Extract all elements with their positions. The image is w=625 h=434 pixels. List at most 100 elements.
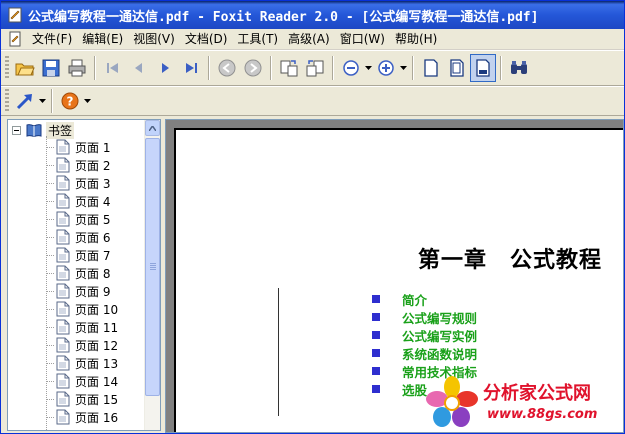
flower-logo-icon [426,376,478,427]
page-icon [56,157,70,173]
secondary-toolbar: ? [1,86,624,116]
bookmark-item[interactable]: 页面 8 [46,264,110,282]
document-icon[interactable] [7,31,23,47]
page-icon [56,301,70,317]
first-page-button[interactable] [100,54,126,82]
first-page-icon [107,63,118,73]
menu-tools[interactable]: 工具(T) [232,30,283,49]
zoom-out-button[interactable] [338,54,364,82]
bookmark-item[interactable]: 页面 7 [46,246,110,264]
zoom-in-button[interactable] [373,54,399,82]
tree-branch [46,380,54,382]
bookmark-item[interactable]: 页面 4 [46,192,110,210]
zoom-in-dropdown[interactable] [399,58,408,78]
page-icon [56,139,70,155]
find-button[interactable] [506,54,532,82]
page-icon [56,175,70,191]
bookmark-root[interactable]: 书签 [12,121,75,139]
title-bar[interactable]: 公式编写教程一通达信.pdf - Foxit Reader 2.0 - [公式编… [1,1,624,29]
back-button[interactable] [214,54,240,82]
bookmark-item[interactable]: 页面 10 [46,300,118,318]
scroll-thumb[interactable] [145,138,160,396]
select-tool-button[interactable] [12,87,38,115]
continuous-page-button[interactable] [444,54,470,82]
bullet-icon [372,349,380,357]
forward-button[interactable] [240,54,266,82]
single-page-button[interactable] [418,54,444,82]
menu-edit[interactable]: 编辑(E) [77,30,128,49]
zoom-out-dropdown[interactable] [364,58,373,78]
bookmark-item[interactable]: 页面 13 [46,354,118,372]
collapse-toggle[interactable] [12,125,21,135]
tree-branch [46,146,54,148]
next-page-button[interactable] [152,54,178,82]
last-page-button[interactable] [178,54,204,82]
bookmark-label: 页面 5 [75,212,111,227]
facing-page-button[interactable] [470,54,496,82]
open-button[interactable] [12,54,38,82]
rotate-counter-button[interactable] [302,54,328,82]
menu-file[interactable]: 文件(F) [27,30,77,49]
rotate-button[interactable] [276,54,302,82]
prev-page-button[interactable] [126,54,152,82]
menu-window[interactable]: 窗口(W) [335,30,390,49]
menu-advanced[interactable]: 高级(A) [283,30,335,49]
bookmark-label: 页面 9 [75,284,111,299]
bookmark-label: 页面 2 [75,158,111,173]
bookmark-item[interactable]: 页面 14 [46,372,118,390]
toc-item[interactable]: 简介 [372,290,477,308]
tree-branch [46,398,54,400]
toc-item[interactable]: 公式编写规则 [372,308,477,326]
prev-page-icon [135,63,142,73]
toolbar-grip[interactable] [5,89,9,113]
tree-branch [46,182,54,184]
page-icon [56,337,70,353]
save-button[interactable] [38,54,64,82]
help-button[interactable]: ? [57,87,83,115]
zoom-in-icon [378,60,394,76]
toolbar-separator [51,89,53,113]
bookmark-scrollbar[interactable] [144,120,160,430]
toolbar-separator [412,56,414,80]
toc-label: 公式编写实例 [402,328,478,344]
toc-item[interactable]: 公式编写实例 [372,326,477,344]
bookmark-item[interactable]: 页面 15 [46,390,118,408]
bookmark-label: 页面 10 [75,302,119,317]
bullet-icon [372,313,380,321]
toolbar-grip[interactable] [5,56,9,80]
page-icon [56,265,70,281]
bookmark-item[interactable]: 页面 6 [46,228,110,246]
help-dropdown[interactable] [83,91,92,111]
bookmark-label: 页面 7 [75,248,111,263]
watermark-url: www.88gs.com [487,407,598,422]
chevron-down-icon [39,99,46,103]
bookmark-item[interactable]: 页面 5 [46,210,110,228]
bookmark-item[interactable]: 页面 16 [46,408,118,426]
select-tool-dropdown[interactable] [38,91,47,111]
open-icon [15,63,35,76]
menu-view[interactable]: 视图(V) [128,30,180,49]
rotate-counter-icon [306,60,324,77]
tree-branch [46,416,54,418]
bookmark-item[interactable]: 页面 1 [46,138,110,156]
bookmark-label: 页面 8 [75,266,111,281]
chapter-title: 第一章 公式教程 [418,247,603,273]
page-icon [56,193,70,209]
scroll-up-button[interactable] [145,120,160,136]
bookmark-item[interactable]: 页面 3 [46,174,110,192]
bookmark-item[interactable]: 页面 12 [46,336,118,354]
chevron-down-icon [84,99,91,103]
bookmark-item[interactable]: 页面 11 [46,318,118,336]
tree-branch [46,254,54,256]
menu-help[interactable]: 帮助(H) [390,30,442,49]
page-icon [56,247,70,263]
tree-branch [46,326,54,328]
menu-document[interactable]: 文档(D) [180,30,233,49]
bookmark-item[interactable]: 页面 2 [46,156,110,174]
select-arrow-icon [16,94,32,110]
page-icon [56,373,70,389]
toc-item[interactable]: 系统函数说明 [372,344,477,362]
bookmark-item[interactable]: 页面 9 [46,282,110,300]
print-button[interactable] [64,54,90,82]
page-icon [56,319,70,335]
